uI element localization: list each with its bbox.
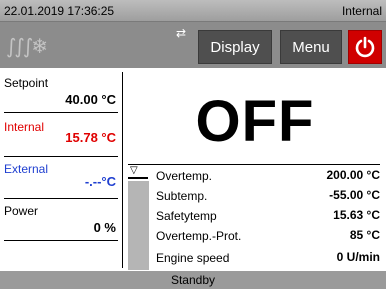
power-button[interactable] (348, 30, 382, 64)
external-value: -.--°C (84, 174, 116, 189)
display-button-label: Display (210, 38, 260, 56)
internal-field: Internal 15.78 °C (4, 120, 118, 157)
usb-icon: ⇄ (176, 26, 187, 40)
param-value: 0 U/min (336, 250, 380, 264)
param-name: Overtemp. (156, 169, 213, 183)
divider (128, 164, 380, 165)
left-panel: Setpoint 40.00 °C Internal 15.78 °C Exte… (0, 68, 121, 271)
param-name: Engine speed (156, 251, 230, 265)
divider (4, 156, 118, 157)
param-name: Subtemp. (156, 189, 208, 203)
external-field: External -.--°C (4, 162, 118, 199)
param-row[interactable]: Overtemp.-Prot. 85 °C (156, 226, 380, 246)
source-label: Internal (341, 4, 382, 18)
datetime: 22.01.2019 17:36:25 (4, 4, 115, 18)
level-indicator-base (128, 177, 148, 179)
menu-button[interactable]: Menu (280, 30, 342, 64)
param-row[interactable]: Safetytemp 15.63 °C (156, 206, 380, 226)
status-bar: Standby (0, 271, 386, 289)
param-value: -55.00 °C (329, 188, 380, 202)
power-field: Power 0 % (4, 204, 118, 241)
toolbar: ∫∫∫❄ ⇄ Display Menu (0, 22, 386, 68)
setpoint-value: 40.00 °C (65, 92, 116, 107)
param-name: Overtemp.-Prot. (156, 229, 242, 243)
divider (4, 198, 118, 199)
param-value: 85 °C (349, 228, 380, 242)
level-bar (128, 181, 149, 270)
device-state: OFF (195, 89, 315, 154)
setpoint-label: Setpoint (4, 76, 49, 90)
top-bar: 22.01.2019 17:36:25 Internal (0, 0, 386, 22)
power-label: Power (4, 204, 39, 218)
param-row[interactable]: Overtemp. 200.00 °C (156, 166, 380, 186)
level-indicator-icon: ▽ (130, 165, 138, 176)
column-divider (122, 72, 123, 268)
divider (4, 240, 118, 241)
param-row[interactable]: Subtemp. -55.00 °C (156, 186, 380, 206)
param-value: 15.63 °C (333, 208, 380, 222)
divider (4, 112, 118, 113)
param-row[interactable]: Engine speed 0 U/min (156, 248, 380, 268)
param-name: Safetytemp (156, 209, 217, 223)
param-value: 200.00 °C (326, 168, 380, 182)
power-value: 0 % (93, 220, 116, 235)
parameters-table: ▽ Overtemp. 200.00 °C Subtemp. -55.00 °C… (128, 164, 386, 270)
setpoint-field[interactable]: Setpoint 40.00 °C (4, 76, 118, 113)
menu-button-label: Menu (292, 38, 330, 56)
power-icon (355, 36, 375, 58)
display-button[interactable]: Display (198, 30, 272, 64)
heating-icon: ∫∫∫❄ (6, 34, 48, 58)
